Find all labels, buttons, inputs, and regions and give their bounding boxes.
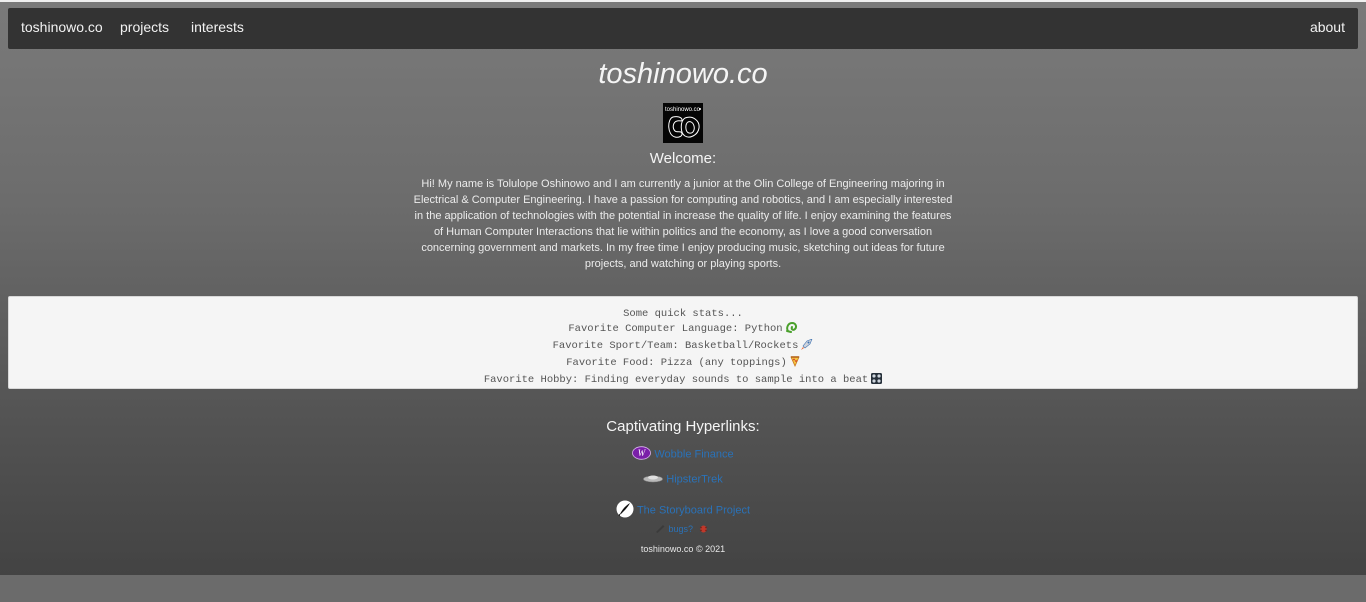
bug-icon	[699, 524, 708, 535]
hipstertrek-link[interactable]: HipsterTrek	[666, 473, 722, 485]
control-knobs-icon	[871, 373, 883, 390]
welcome-heading: Welcome:	[649, 150, 717, 167]
hyperlink-storyboard-row: The Storyboard Project	[0, 500, 1366, 521]
nav-brand-link[interactable]: toshinowo.co	[21, 19, 103, 35]
stat-food: Favorite Food: Pizza (any toppings)	[9, 356, 1357, 373]
hipstertrek-icon	[643, 473, 664, 486]
stats-intro: Some quick stats...	[623, 308, 743, 320]
nav-interests-link[interactable]: interests	[191, 19, 244, 35]
footer-copyright: toshinowo.co © 2021	[640, 544, 726, 554]
stat-sport: Favorite Sport/Team: Basketball/Rockets	[9, 338, 1357, 356]
pencil-icon	[655, 524, 665, 535]
rocket-icon	[801, 338, 813, 356]
pizza-icon	[790, 356, 800, 373]
hyperlinks-heading: Captivating Hyperlinks:	[606, 418, 760, 435]
bottom-band	[0, 575, 1366, 602]
wobble-logo-icon: W	[632, 446, 652, 463]
top-navbar: toshinowo.co projects interests about	[8, 8, 1358, 49]
wobble-finance-link[interactable]: Wobble Finance	[654, 448, 733, 460]
storyboard-icon	[616, 500, 634, 521]
site-logo: toshinowo.co	[663, 103, 703, 143]
site-title: toshinowo.co	[598, 58, 768, 90]
quick-stats-box: Some quick stats... Favorite Computer La…	[8, 296, 1358, 389]
storyboard-project-link[interactable]: The Storyboard Project	[637, 504, 750, 516]
logo-text: toshinowo.co	[665, 107, 701, 113]
bugs-link[interactable]: bugs?	[668, 524, 693, 534]
bugs-row: bugs?	[0, 524, 1366, 535]
hyperlink-hipstertrek-row: HipsterTrek	[0, 473, 1366, 486]
stat-language: Favorite Computer Language: Python	[9, 321, 1357, 339]
nav-projects-link[interactable]: projects	[120, 19, 169, 35]
stat-hobby: Favorite Hobby: Finding everyday sounds …	[9, 373, 1357, 390]
logo-graphic: toshinowo.co	[665, 107, 701, 138]
bio-paragraph: Hi! My name is Tolulope Oshinowo and I a…	[413, 178, 953, 270]
nav-about-link[interactable]: about	[1310, 19, 1345, 35]
snake-icon	[785, 321, 798, 339]
hyperlink-wobble-row: W Wobble Finance	[0, 446, 1366, 463]
